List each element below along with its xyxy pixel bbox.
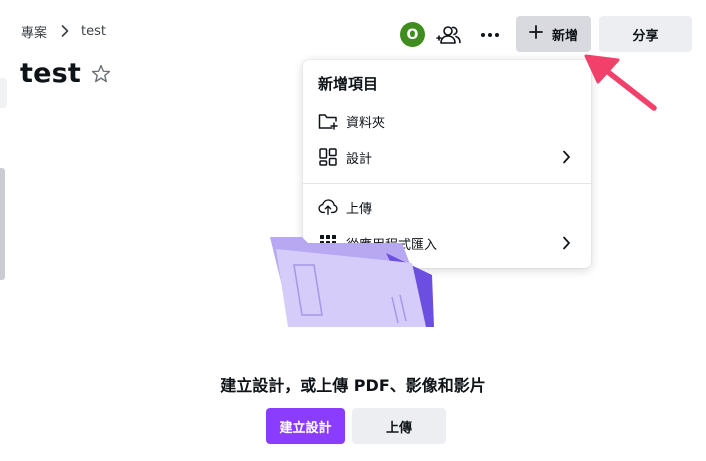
menu-item-folder[interactable]: 資料夾	[303, 104, 591, 138]
folder-plus-icon	[318, 111, 338, 131]
create-design-button[interactable]: 建立設計	[266, 408, 345, 444]
left-panel-edge	[0, 78, 7, 108]
star-icon[interactable]	[90, 63, 112, 85]
more-options-icon[interactable]	[476, 25, 504, 45]
upload-button[interactable]: 上傳	[352, 408, 446, 444]
upload-button-label: 上傳	[385, 420, 412, 436]
breadcrumb: 專案 test	[21, 22, 106, 41]
page-title: test	[20, 58, 81, 89]
menu-item-upload[interactable]: 上傳	[303, 190, 591, 224]
plus-icon	[529, 25, 543, 43]
left-scrollbar[interactable]	[0, 168, 5, 280]
avatar[interactable]: O	[400, 22, 425, 47]
cloud-upload-icon	[318, 197, 338, 217]
menu-title: 新增項目	[318, 75, 379, 93]
chevron-right-icon	[562, 236, 571, 250]
invite-people-icon[interactable]	[436, 23, 462, 47]
empty-folder-illustration	[262, 225, 442, 335]
share-button[interactable]: 分享	[599, 16, 692, 52]
new-button[interactable]: 新增	[516, 16, 591, 52]
grid-layout-icon	[318, 147, 338, 167]
menu-item-label: 資料夾	[346, 115, 386, 131]
create-design-label: 建立設計	[279, 420, 332, 436]
empty-state-message: 建立設計，或上傳 PDF、影像和影片	[220, 376, 486, 395]
share-button-label: 分享	[632, 28, 659, 44]
breadcrumb-projects-link[interactable]: 專案	[21, 22, 47, 41]
new-button-label: 新增	[551, 28, 578, 44]
menu-item-label: 上傳	[346, 201, 373, 217]
breadcrumb-current: test	[81, 23, 106, 39]
menu-divider	[303, 183, 591, 184]
annotation-arrow-icon	[578, 48, 660, 116]
chevron-right-icon	[61, 25, 69, 37]
menu-item-label: 設計	[346, 151, 373, 167]
title-row: test	[20, 58, 112, 89]
menu-item-design[interactable]: 設計	[303, 140, 591, 174]
chevron-right-icon	[562, 150, 571, 164]
avatar-initial: O	[406, 26, 419, 43]
